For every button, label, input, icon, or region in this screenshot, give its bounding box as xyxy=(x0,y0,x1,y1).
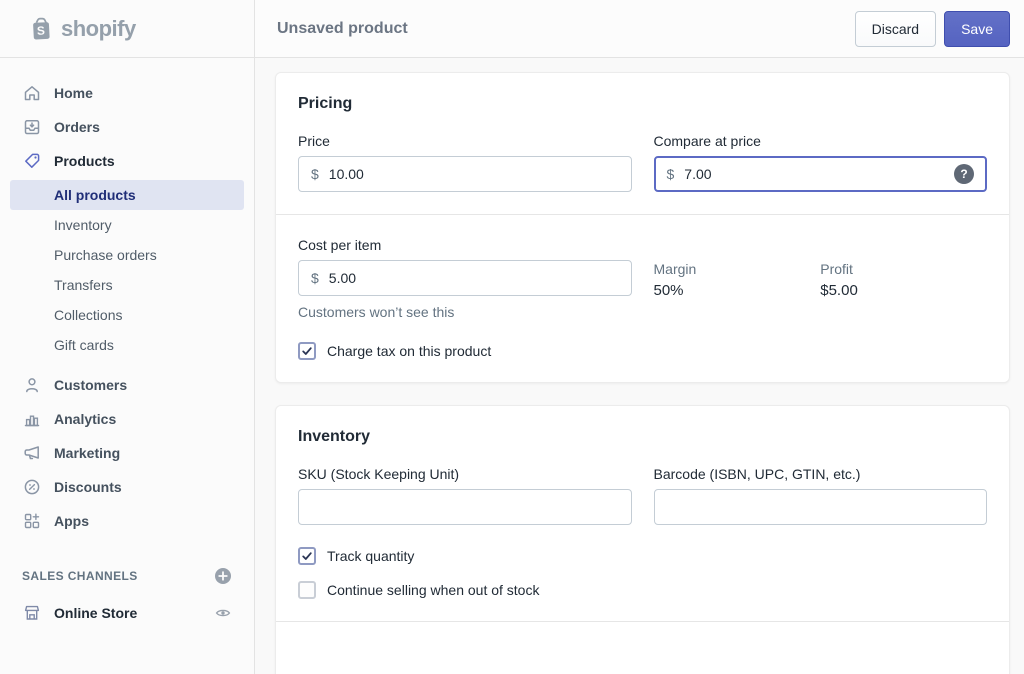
topbar-actions: Discard Save xyxy=(854,10,1024,47)
profit-label: Profit xyxy=(820,261,853,277)
sales-channels-header[interactable]: SALES CHANNELS xyxy=(0,564,254,588)
track-quantity-checkbox-row[interactable]: Track quantity xyxy=(298,547,987,565)
inventory-heading: Inventory xyxy=(298,428,371,445)
shopify-logo[interactable]: S shopify xyxy=(0,0,255,57)
currency-prefix: $ xyxy=(666,166,675,182)
continue-selling-label: Continue selling when out of stock xyxy=(327,582,540,598)
sidebar-item-discounts[interactable]: Discounts xyxy=(0,470,254,504)
cost-per-item-field: Cost per item $ Customers won’t see this xyxy=(298,237,632,320)
compare-at-price-input-box: $ ? xyxy=(653,156,987,192)
price-input-box: $ xyxy=(298,156,632,192)
question-mark-icon[interactable]: ? xyxy=(954,164,974,184)
charge-tax-checkbox-row[interactable]: Charge tax on this product xyxy=(298,342,987,360)
sku-field: SKU (Stock Keeping Unit) xyxy=(298,466,632,525)
price-input[interactable] xyxy=(328,166,619,182)
sidebar-item-orders[interactable]: Orders xyxy=(0,110,254,144)
cost-per-item-label: Cost per item xyxy=(298,237,382,253)
sidebar-subitem-transfers[interactable]: Transfers xyxy=(10,270,244,300)
margin-label: Margin xyxy=(653,261,697,277)
megaphone-icon xyxy=(22,443,42,463)
cost-per-item-input[interactable] xyxy=(328,270,619,286)
products-subnav: All products Inventory Purchase orders T… xyxy=(0,180,254,360)
sidebar-subitem-collections[interactable]: Collections xyxy=(10,300,244,330)
shopify-bag-icon: S xyxy=(28,16,54,42)
barcode-field: Barcode (ISBN, UPC, GTIN, etc.) xyxy=(653,466,987,525)
shopify-admin: S shopify Unsaved product Discard Save H… xyxy=(0,0,1024,674)
pricing-heading: Pricing xyxy=(298,95,353,112)
sidebar: Home Orders Products All products Invent… xyxy=(0,58,255,674)
sales-channels-heading: SALES CHANNELS xyxy=(22,569,138,583)
shopify-wordmark: shopify xyxy=(61,15,136,41)
pricing-cost-section: Cost per item $ Customers won’t see this… xyxy=(276,214,1009,382)
orders-icon xyxy=(22,117,42,137)
sidebar-item-analytics[interactable]: Analytics xyxy=(0,402,254,436)
sidebar-item-marketing[interactable]: Marketing xyxy=(0,436,254,470)
margin-value: 50% xyxy=(653,282,684,299)
sidebar-subitem-purchase-orders[interactable]: Purchase orders xyxy=(10,240,244,270)
sidebar-item-customers[interactable]: Customers xyxy=(0,368,254,402)
continue-selling-checkbox-row[interactable]: Continue selling when out of stock xyxy=(298,581,987,599)
sku-label: SKU (Stock Keeping Unit) xyxy=(298,466,460,482)
discard-button[interactable]: Discard xyxy=(854,10,937,47)
sidebar-item-apps[interactable]: Apps xyxy=(0,504,254,538)
barcode-input-box xyxy=(653,489,987,525)
cost-per-item-input-box: $ xyxy=(298,260,632,296)
inventory-card: Inventory SKU (Stock Keeping Unit) Barco… xyxy=(275,405,1010,674)
storefront-icon xyxy=(22,603,42,623)
apps-grid-icon xyxy=(22,511,42,531)
sku-input[interactable] xyxy=(311,499,619,515)
price-field: Price $ xyxy=(298,133,632,192)
pricing-top-section: Pricing Price $ Compare at price $ xyxy=(276,73,1009,214)
price-label: Price xyxy=(298,133,330,149)
svg-text:S: S xyxy=(37,23,46,37)
inventory-next-section xyxy=(276,621,1009,674)
person-icon xyxy=(22,375,42,395)
compare-at-price-label: Compare at price xyxy=(653,133,761,149)
cost-help-text: Customers won’t see this xyxy=(298,304,455,320)
home-icon xyxy=(22,83,42,103)
currency-prefix: $ xyxy=(311,270,319,286)
sidebar-item-products[interactable]: Products xyxy=(0,144,254,178)
sidebar-subitem-inventory[interactable]: Inventory xyxy=(10,210,244,240)
discount-badge-icon xyxy=(22,477,42,497)
currency-prefix: $ xyxy=(311,166,319,182)
charge-tax-checkbox[interactable] xyxy=(298,342,316,360)
compare-at-price-field: Compare at price $ ? xyxy=(653,133,987,192)
sidebar-item-home[interactable]: Home xyxy=(0,76,254,110)
sidebar-item-online-store[interactable]: Online Store xyxy=(0,596,254,630)
sidebar-subitem-gift-cards[interactable]: Gift cards xyxy=(10,330,244,360)
inventory-top-section: Inventory SKU (Stock Keeping Unit) Barco… xyxy=(276,406,1009,621)
tag-icon xyxy=(22,151,42,171)
sku-input-box xyxy=(298,489,632,525)
continue-selling-checkbox[interactable] xyxy=(298,581,316,599)
page-title: Unsaved product xyxy=(277,19,408,37)
save-button[interactable]: Save xyxy=(944,10,1010,47)
profit-stat: Profit $5.00 xyxy=(820,261,987,320)
charge-tax-label: Charge tax on this product xyxy=(327,343,492,359)
barcode-label: Barcode (ISBN, UPC, GTIN, etc.) xyxy=(653,466,861,482)
sidebar-subitem-all-products[interactable]: All products xyxy=(10,180,244,210)
margin-stat: Margin 50% xyxy=(654,261,821,320)
track-quantity-checkbox[interactable] xyxy=(298,547,316,565)
top-bar: S shopify Unsaved product Discard Save xyxy=(0,0,1024,58)
margin-profit-row: Margin 50% Profit $5.00 xyxy=(654,237,988,320)
sales-channels-section: SALES CHANNELS Online Store xyxy=(0,564,254,630)
bar-chart-icon xyxy=(22,409,42,429)
barcode-input[interactable] xyxy=(666,499,974,515)
track-quantity-label: Track quantity xyxy=(327,548,415,564)
profit-value: $5.00 xyxy=(820,282,858,299)
compare-at-price-input[interactable] xyxy=(684,166,954,182)
main-content: Pricing Price $ Compare at price $ xyxy=(255,58,1024,674)
view-store-eye-icon[interactable] xyxy=(214,604,232,622)
add-channel-icon[interactable] xyxy=(214,567,232,585)
pricing-card: Pricing Price $ Compare at price $ xyxy=(275,72,1010,383)
